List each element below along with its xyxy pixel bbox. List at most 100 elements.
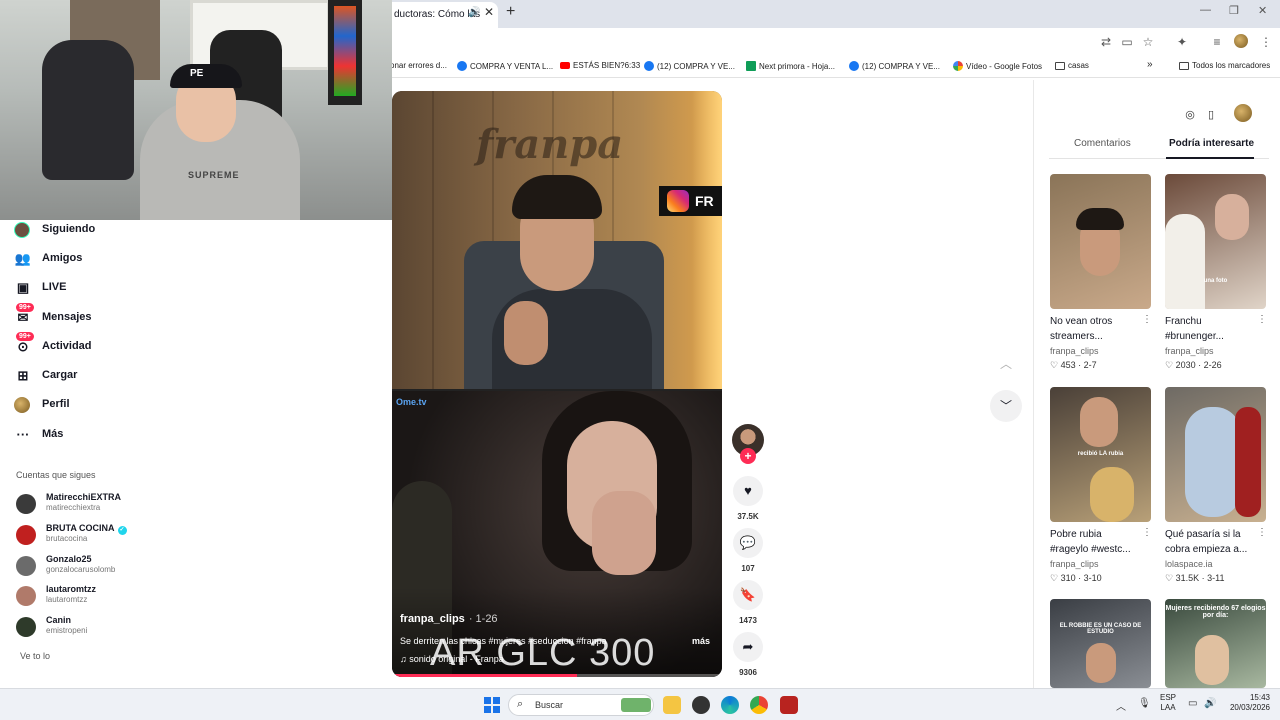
chrome-icon[interactable] [750, 696, 768, 714]
app-icon[interactable] [780, 696, 798, 714]
share-action[interactable]: ➦ 9306 [732, 632, 764, 677]
tab-suggested[interactable]: Podría interesarte [1169, 138, 1254, 149]
followed-account[interactable]: MatirecchiEXTRA matirecchiextra [16, 491, 216, 517]
bookmarks-overflow-button[interactable]: » [1147, 59, 1153, 70]
cast-icon[interactable]: ▭ [1119, 34, 1135, 50]
media-icon[interactable]: ≡ [1209, 34, 1225, 50]
thumb-figure [1235, 407, 1261, 517]
video-thumbnail[interactable]: Mujeres recibiendo 67 elogios por día: [1165, 599, 1266, 688]
close-window-icon[interactable]: ✕ [1258, 4, 1267, 17]
edge-icon[interactable] [721, 696, 739, 714]
comment-icon[interactable]: 💬 [733, 528, 763, 558]
activity-icon: ⊙ [17, 339, 29, 354]
heart-outline-icon: ♡ [1165, 360, 1176, 370]
more-options-icon[interactable]: ⋮ [1142, 314, 1152, 325]
nav-live[interactable]: ▣ LIVE [14, 279, 214, 299]
tab-close-icon[interactable]: ✕ [484, 5, 494, 19]
video-person-hand [504, 301, 548, 365]
bookmark-star-icon[interactable]: ☆ [1140, 34, 1156, 50]
bookmark-item[interactable]: (12) COMPRA Y VE... [849, 61, 940, 71]
profile-avatar [14, 397, 32, 413]
video-thumbnail[interactable]: EL ROBBIE ES UN CASO DE ESTUDIO [1050, 599, 1151, 688]
bookmark-item[interactable]: onar errores d... [390, 61, 447, 70]
tab-audio-icon[interactable]: 🔊 [468, 7, 480, 18]
video-thumbnail[interactable] [1165, 387, 1266, 522]
video-top-half: franpa FR [392, 91, 722, 389]
nav-profile[interactable]: Perfil [14, 396, 214, 416]
all-bookmarks-button[interactable]: Todos los marcadores [1179, 61, 1270, 70]
bookmark-item[interactable]: (12) COMPRA Y VE... [644, 61, 735, 71]
tiktok-app-icon[interactable] [692, 696, 710, 714]
nav-more[interactable]: ··· Más [14, 426, 214, 446]
nav-activity[interactable]: ⊙ 99+ Actividad [14, 332, 214, 358]
menu-dots-icon[interactable]: ⋮ [1258, 34, 1274, 50]
phone-icon[interactable]: ▯ [1202, 106, 1220, 124]
nav-upload[interactable]: ⊞ Cargar [14, 367, 214, 387]
minimize-icon[interactable]: — [1200, 4, 1211, 16]
restore-icon[interactable]: ❐ [1229, 4, 1239, 17]
stream-goal-overlay: AR GLC 300 [430, 632, 656, 674]
clock[interactable]: 15:43 20/03/2026 [1222, 693, 1270, 713]
bookmark-icon[interactable]: 🔖 [733, 580, 763, 610]
translate-icon[interactable]: ⇄ [1098, 34, 1114, 50]
more-options-icon[interactable]: ⋮ [1257, 527, 1267, 538]
bookmark-item[interactable]: COMPRA Y VENTA L... [457, 61, 553, 71]
followed-account[interactable]: Canin emistropeni [16, 614, 216, 640]
wall-logo: franpa [476, 121, 624, 168]
verified-icon: ✓ [117, 526, 127, 535]
mini-player-icon[interactable]: ◎ [1181, 106, 1199, 124]
avatar[interactable] [1234, 104, 1252, 122]
thumb-figure [1165, 214, 1205, 309]
video-thumbnail[interactable]: una foto [1165, 174, 1266, 309]
save-action[interactable]: 🔖 1473 [732, 580, 764, 625]
video-player[interactable]: franpa FR Ome.tv franpa_clips · 1-26 Se d… [392, 91, 722, 677]
video-more-button[interactable]: más [692, 636, 710, 646]
extensions-icon[interactable]: ✦ [1174, 34, 1190, 50]
windows-start-icon[interactable] [484, 697, 500, 713]
followed-account[interactable]: Gonzalo25 gonzalocarusolomb [16, 553, 216, 579]
bookmark-item[interactable]: casas [1055, 61, 1089, 70]
like-action[interactable]: ♥ 37.5K [732, 476, 764, 521]
nav-friends[interactable]: 👥 Amigos [14, 250, 214, 270]
share-icon[interactable]: ➦ [733, 632, 763, 662]
omegle-watermark: Ome.tv [396, 397, 427, 407]
bookmark-item[interactable]: Next primora - Hoja... [746, 61, 835, 71]
browser-profile-avatar[interactable] [1234, 34, 1248, 48]
nav-following[interactable]: Siguiendo [14, 221, 214, 241]
webcam-cap [170, 64, 242, 88]
folder-icon [1055, 62, 1065, 70]
chevron-up-icon[interactable]: ︿ [1116, 698, 1126, 713]
file-explorer-icon[interactable] [663, 696, 681, 714]
bookmark-item[interactable]: ESTÁS BIEN?6:33 [560, 61, 640, 70]
avatar [16, 586, 36, 606]
see-all-link[interactable]: Ve to lo [20, 651, 50, 661]
avatar [16, 556, 36, 576]
network-icon[interactable]: ▭ [1188, 698, 1197, 709]
taskbar-search[interactable]: ⌕ Buscar [508, 694, 654, 716]
microphone-icon[interactable]: 🎙 [1138, 698, 1151, 709]
facebook-icon [644, 61, 654, 71]
video-thumbnail[interactable] [1050, 174, 1151, 309]
avatar [16, 617, 36, 637]
new-tab-button[interactable]: + [506, 3, 515, 21]
more-options-icon[interactable]: ⋮ [1257, 314, 1267, 325]
nav-messages[interactable]: ✉ 99+ Mensajes [14, 303, 214, 329]
bookmark-item[interactable]: Vídeo - Google Fotos [953, 61, 1042, 71]
thumb-face [1195, 635, 1229, 685]
instagram-icon [667, 190, 689, 212]
video-thumbnail[interactable]: recibió LA rubia [1050, 387, 1151, 522]
facebook-icon [457, 61, 467, 71]
chevron-up-icon[interactable]: ︿ [990, 348, 1022, 380]
heart-icon[interactable]: ♥ [733, 476, 763, 506]
chevron-down-icon[interactable]: ﹀ [990, 390, 1022, 422]
more-options-icon[interactable]: ⋮ [1142, 527, 1152, 538]
followed-account[interactable]: BRUTA COCINA ✓ brutacocina [16, 522, 216, 548]
follow-plus-button[interactable]: + [740, 448, 756, 464]
tab-comments[interactable]: Comentarios [1074, 138, 1131, 149]
comment-action[interactable]: 💬 107 [732, 528, 764, 573]
language-indicator[interactable]: ESP LAA [1160, 693, 1176, 713]
video-author[interactable]: franpa_clips · 1-26 [400, 613, 498, 625]
upload-icon: ⊞ [17, 368, 29, 383]
volume-icon[interactable]: 🔊 [1204, 698, 1216, 709]
followed-account[interactable]: lautaromtzz lautaromtzz [16, 583, 216, 609]
